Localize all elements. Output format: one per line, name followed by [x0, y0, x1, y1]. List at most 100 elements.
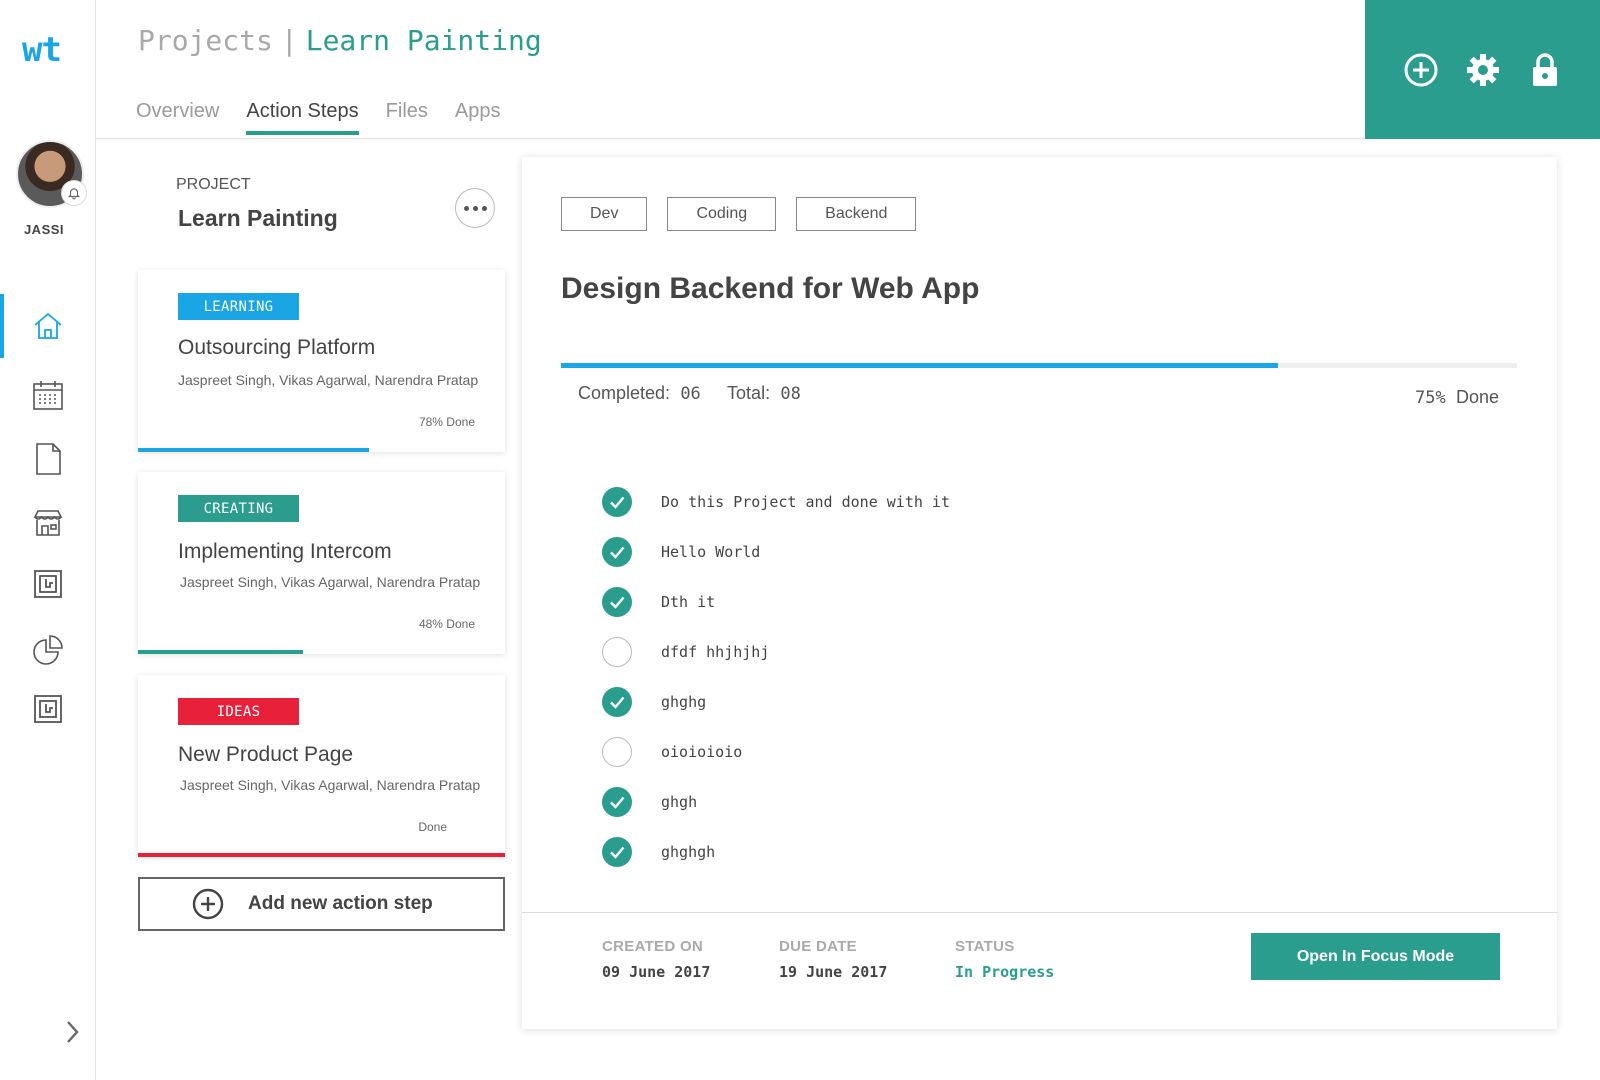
task-progress-bar — [561, 363, 1517, 368]
add-button[interactable] — [1403, 52, 1439, 88]
action-step: oioioioio — [602, 727, 950, 777]
status-label: STATUS — [955, 938, 1015, 955]
nav-documents[interactable] — [30, 441, 66, 477]
task-footer: CREATED ON 09 June 2017 DUE DATE 19 June… — [522, 912, 1557, 1029]
total-value: 08 — [780, 384, 801, 404]
add-circle-icon — [192, 888, 224, 920]
sidebar: wt JASSI — [0, 0, 96, 1080]
card-done-text: Done — [418, 820, 447, 834]
created-label: CREATED ON — [602, 938, 704, 955]
calendar-icon — [33, 381, 63, 410]
chip-dev[interactable]: Dev — [561, 197, 648, 231]
project-card[interactable]: IDEAS New Product Page Jaspreet Singh, V… — [138, 675, 505, 857]
action-step: dfdf hhjhjhj — [602, 627, 950, 677]
action-step: ghghgh — [602, 827, 950, 877]
breadcrumb-current: Learn Painting — [305, 24, 542, 57]
checkbox-checked[interactable] — [602, 687, 632, 717]
dot — [463, 205, 469, 211]
username: JASSI — [23, 222, 65, 237]
checkbox-unchecked[interactable] — [602, 637, 632, 667]
action-step: ghgh — [602, 777, 950, 827]
checkmark-icon — [610, 496, 625, 509]
percent-done: 75% Done — [1415, 387, 1499, 408]
completed-value: 06 — [680, 384, 701, 404]
action-step-text: dfdf hhjhjhj — [661, 643, 770, 661]
card-progress-bar — [138, 448, 505, 452]
total-label: Total: — [727, 383, 771, 403]
card-progress-fill — [138, 650, 304, 654]
checkbox-checked[interactable] — [602, 487, 632, 517]
card-done-text: 48% Done — [418, 617, 475, 631]
header: Projects | Learn Painting Overview Action … — [96, 0, 1600, 139]
due-label: DUE DATE — [779, 938, 857, 955]
tab-overview[interactable]: Overview — [136, 100, 219, 135]
action-step-text: Hello World — [661, 543, 761, 561]
tab-files[interactable]: Files — [386, 100, 428, 135]
tab-action-steps[interactable]: Action Steps — [246, 100, 359, 135]
checkbox-checked[interactable] — [602, 837, 632, 867]
dot — [481, 205, 487, 211]
task-progress-fill — [561, 363, 1278, 368]
card-title: Outsourcing Platform — [178, 336, 376, 359]
status-value: In Progress — [955, 963, 1055, 981]
app-box-icon — [34, 570, 62, 598]
card-progress-bar — [138, 853, 505, 857]
card-progress-fill — [138, 448, 370, 452]
add-circle-icon — [1404, 53, 1437, 86]
action-step: Do this Project and done with it — [602, 477, 950, 527]
app-box-icon — [34, 695, 62, 723]
checkbox-checked[interactable] — [602, 587, 632, 617]
nav-store[interactable] — [30, 505, 66, 541]
settings-button[interactable] — [1465, 52, 1501, 88]
chip-coding[interactable]: Coding — [667, 197, 777, 231]
open-focus-mode-button[interactable]: Open In Focus Mode — [1251, 933, 1500, 980]
action-step-text: Dth it — [661, 593, 716, 611]
project-label: PROJECT — [176, 176, 251, 193]
card-tag: CREATING — [178, 495, 299, 522]
checkbox-unchecked[interactable] — [602, 737, 632, 767]
card-progress-fill — [138, 853, 505, 857]
lock-button[interactable] — [1527, 52, 1563, 88]
checkmark-icon — [610, 796, 625, 809]
add-action-step-label: Add new action step — [248, 893, 433, 914]
action-step-text: ghgh — [661, 793, 698, 811]
app-logo[interactable]: wt — [22, 30, 62, 70]
task-counts: Completed: 06 Total: 08 — [578, 383, 801, 404]
nav-reports[interactable] — [30, 632, 66, 668]
project-card[interactable]: CREATING Implementing Intercom Jaspreet … — [138, 472, 505, 654]
nav-home[interactable] — [30, 308, 66, 344]
created-value: 09 June 2017 — [602, 963, 711, 981]
due-value: 19 June 2017 — [779, 963, 888, 981]
project-card[interactable]: LEARNING Outsourcing Platform Jaspreet S… — [138, 270, 505, 452]
task-title: Design Backend for Web App — [561, 272, 980, 305]
nav-apps-secondary[interactable] — [30, 691, 66, 727]
action-step-list: Do this Project and done with it Hello Wo… — [602, 477, 950, 877]
checkbox-checked[interactable] — [602, 787, 632, 817]
add-action-step-button[interactable]: Add new action step — [138, 877, 505, 931]
nav-calendar[interactable] — [30, 377, 66, 413]
more-options-button[interactable] — [455, 188, 495, 228]
chevron-right-icon[interactable] — [62, 1018, 82, 1046]
lock-icon — [1532, 52, 1557, 86]
breadcrumb-projects[interactable]: Projects — [138, 24, 273, 57]
action-step: Hello World — [602, 527, 950, 577]
dot — [472, 205, 478, 211]
status: STATUS In Progress — [955, 938, 1054, 981]
nav-apps[interactable] — [30, 566, 66, 602]
notification-bell-icon[interactable] — [61, 180, 87, 206]
task-detail-panel: Dev Coding Backend Design Backend for We… — [522, 157, 1557, 1029]
card-done-text: 78% Done — [418, 415, 475, 429]
tab-apps[interactable]: Apps — [455, 100, 501, 135]
card-tag: LEARNING — [178, 293, 299, 320]
home-icon — [34, 312, 62, 339]
checkbox-checked[interactable] — [602, 537, 632, 567]
gear-icon — [1466, 53, 1499, 86]
project-name: Learn Painting — [178, 205, 338, 231]
store-icon — [33, 510, 63, 536]
checkmark-icon — [610, 696, 625, 709]
breadcrumb: Projects | Learn Painting — [138, 24, 542, 57]
card-members: Jaspreet Singh, Vikas Agarwal, Narendra … — [178, 372, 479, 388]
header-actions — [1365, 0, 1600, 139]
card-title: New Product Page — [178, 743, 354, 766]
chip-backend[interactable]: Backend — [796, 197, 917, 231]
